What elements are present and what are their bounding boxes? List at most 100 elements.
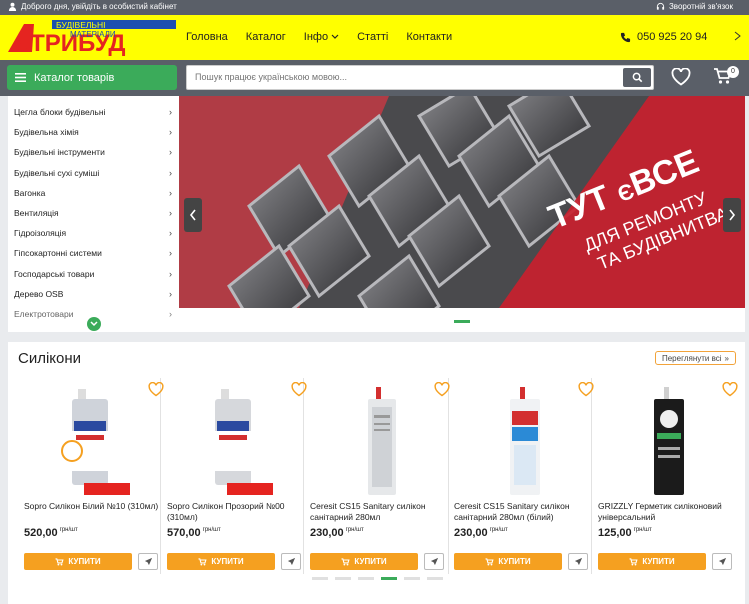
carousel-dot-active[interactable] xyxy=(381,577,397,580)
product-image[interactable] xyxy=(44,385,144,499)
buy-button[interactable]: КУПИТИ xyxy=(454,553,562,570)
search-input[interactable] xyxy=(187,66,607,88)
product-image[interactable] xyxy=(330,385,430,499)
phone-dropdown-icon[interactable] xyxy=(734,30,742,45)
category-item[interactable]: Дерево OSB › xyxy=(8,284,178,304)
product-name[interactable]: GRIZZLY Герметик силіконовий універсальн… xyxy=(598,501,736,522)
product-name[interactable]: Sopro Силікон Прозорий №00 (310мл) xyxy=(167,501,305,522)
user-icon xyxy=(8,2,17,11)
rocket-icon xyxy=(144,557,152,566)
product-card[interactable]: Ceresit CS15 Sanitary силікон санітарний… xyxy=(454,377,594,577)
category-item[interactable]: Будівельні сухі суміші › xyxy=(8,163,178,183)
see-all-button[interactable]: Переглянути всі » xyxy=(655,351,736,365)
category-item[interactable]: Будівельні інструменти › xyxy=(8,142,178,162)
nav-home[interactable]: Головна xyxy=(186,31,228,43)
product-image[interactable] xyxy=(187,385,287,499)
search-button[interactable] xyxy=(623,68,651,87)
nav-contacts[interactable]: Контакти xyxy=(406,31,452,43)
cart-icon xyxy=(55,557,64,566)
cart-icon xyxy=(198,557,207,566)
action-bar: Каталог товарів xyxy=(0,60,749,96)
quick-order-button[interactable] xyxy=(138,553,158,570)
carousel-dot[interactable] xyxy=(335,577,351,580)
heart-icon xyxy=(671,67,691,86)
carousel-dot[interactable] xyxy=(358,577,374,580)
catalog-button[interactable]: Каталог товарів xyxy=(7,65,177,90)
chevron-right-icon: › xyxy=(169,107,172,118)
headset-icon xyxy=(656,2,665,10)
product-card[interactable]: GRIZZLY Герметик силіконовий універсальн… xyxy=(598,377,738,577)
chevron-right-icon: › xyxy=(169,248,172,259)
product-name[interactable]: Ceresit CS15 Sanitary силікон санітарний… xyxy=(454,501,592,522)
banner-prev-button[interactable] xyxy=(184,198,202,232)
product-card[interactable]: Sopro Силікон Прозорий №00 (310мл) 570,0… xyxy=(167,377,307,577)
heart-icon[interactable] xyxy=(578,382,594,397)
logo-line1: БУДІВЕЛЬНІ xyxy=(56,20,106,30)
product-image[interactable] xyxy=(474,385,574,499)
chevron-right-icon: › xyxy=(169,147,172,158)
phone-icon xyxy=(620,32,631,42)
buy-button[interactable]: КУПИТИ xyxy=(24,553,132,570)
banner-next-button[interactable] xyxy=(723,198,741,232)
banner-pagination xyxy=(179,308,745,332)
chevron-down-icon xyxy=(90,321,98,327)
quick-order-button[interactable] xyxy=(281,553,301,570)
category-item[interactable]: Вагонка › xyxy=(8,183,178,203)
rocket-icon xyxy=(287,557,295,566)
cart-icon xyxy=(485,557,494,566)
double-chevron-icon: » xyxy=(724,353,729,363)
category-item[interactable]: Гіпсокартонні системи › xyxy=(8,243,178,263)
heart-icon[interactable] xyxy=(291,382,307,397)
feedback-text[interactable]: Зворотній зв'язок xyxy=(669,2,733,11)
wishlist-button[interactable] xyxy=(671,67,691,91)
rocket-icon xyxy=(430,557,438,566)
cart-icon xyxy=(629,557,638,566)
phone-link[interactable]: 050 925 20 94 xyxy=(620,31,707,43)
search-icon xyxy=(632,72,642,83)
phone-number[interactable]: 050 925 20 94 xyxy=(637,31,707,43)
carousel-dot[interactable] xyxy=(312,577,328,580)
carousel-dot[interactable] xyxy=(427,577,443,580)
quick-order-button[interactable] xyxy=(712,553,732,570)
product-card[interactable]: Ceresit CS15 Sanitary силікон санітарний… xyxy=(310,377,450,577)
login-link[interactable]: Доброго дня, увійдіть в особистий кабіне… xyxy=(8,2,177,11)
product-image[interactable] xyxy=(618,385,718,499)
chevron-right-icon: › xyxy=(169,167,172,178)
product-price: 230,00 грн/шт xyxy=(310,527,364,539)
carousel-dot[interactable] xyxy=(404,577,420,580)
nav-articles[interactable]: Статті xyxy=(357,31,388,43)
product-card[interactable]: Sopro Силікон Білий №10 (310мл) 520,00 гр… xyxy=(24,377,164,577)
heart-icon[interactable] xyxy=(148,382,164,397)
heart-icon[interactable] xyxy=(434,382,450,397)
category-item[interactable]: Вентиляція › xyxy=(8,203,178,223)
category-item[interactable]: Гідроізоляція › xyxy=(8,223,178,243)
catalog-button-label: Каталог товарів xyxy=(34,71,115,84)
site-logo[interactable]: АТРИБУД БУДІВЕЛЬНІ МАТЕРІАЛИ xyxy=(6,18,178,56)
nav-catalog[interactable]: Каталог xyxy=(246,31,286,43)
buy-button[interactable]: КУПИТИ xyxy=(598,553,706,570)
show-more-categories-button[interactable] xyxy=(87,317,101,331)
feedback-link[interactable]: Зворотній зв'язок xyxy=(656,2,733,11)
category-item[interactable]: Цегла блоки будівельні › xyxy=(8,102,178,122)
menu-icon xyxy=(15,73,26,82)
product-name[interactable]: Ceresit CS15 Sanitary силікон санітарний… xyxy=(310,501,448,522)
banner-dot-active[interactable] xyxy=(454,320,470,323)
chevron-down-icon xyxy=(331,34,339,39)
quick-order-button[interactable] xyxy=(424,553,444,570)
heart-icon[interactable] xyxy=(722,382,738,397)
quick-order-button[interactable] xyxy=(568,553,588,570)
buy-button[interactable]: КУПИТИ xyxy=(310,553,418,570)
header: АТРИБУД БУДІВЕЛЬНІ МАТЕРІАЛИ Головна Кат… xyxy=(0,15,749,60)
greeting-text[interactable]: Доброго дня, увійдіть в особистий кабіне… xyxy=(21,2,177,11)
buy-button[interactable]: КУПИТИ xyxy=(167,553,275,570)
chevron-right-icon: › xyxy=(169,308,172,319)
chevron-right-icon: › xyxy=(169,228,172,239)
hero-banner[interactable]: ТУТ ЄВСЕ ДЛЯ РЕМОНТУ ТА БУДІВНИТВА xyxy=(179,96,745,308)
see-all-label: Переглянути всі xyxy=(661,353,722,363)
product-name[interactable]: Sopro Силікон Білий №10 (310мл) xyxy=(24,501,162,512)
chevron-right-icon: › xyxy=(169,268,172,279)
category-item[interactable]: Господарські товари › xyxy=(8,264,178,284)
nav-info[interactable]: Інфо xyxy=(304,31,339,43)
top-bar: Доброго дня, увійдіть в особистий кабіне… xyxy=(0,0,749,15)
category-item[interactable]: Будівельна хімія › xyxy=(8,122,178,142)
